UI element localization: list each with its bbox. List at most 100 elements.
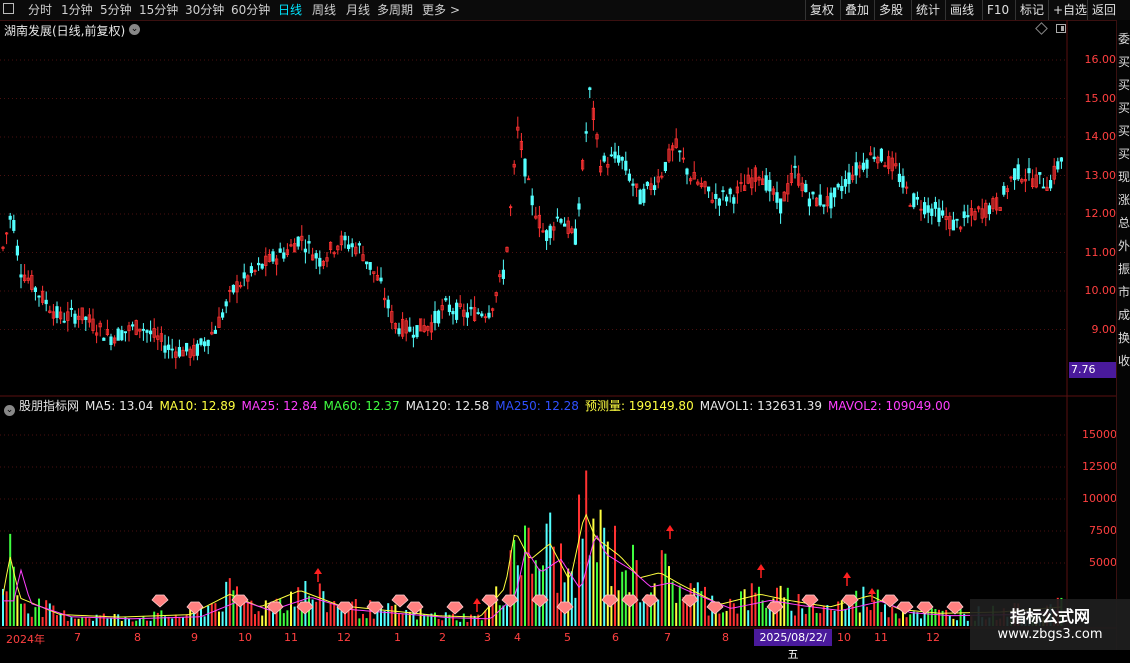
volume-bar — [603, 527, 606, 626]
candle-body — [116, 328, 120, 341]
indicator-value: MA5: 13.04 — [85, 399, 154, 413]
volume-bar — [513, 539, 516, 626]
signal-gem-marker — [296, 601, 314, 615]
right-strip-label: 振 — [1117, 262, 1130, 276]
candle-body — [19, 274, 23, 278]
volume-bar — [293, 606, 296, 626]
candle-body — [573, 228, 578, 245]
candle-body — [847, 172, 851, 185]
candle-body — [523, 158, 527, 177]
candle-body — [926, 205, 930, 213]
date-tick: 12 — [926, 631, 940, 644]
candle-body — [1041, 186, 1045, 189]
volume-bar — [617, 590, 620, 626]
candle-body — [480, 313, 484, 317]
candle-body — [897, 173, 902, 183]
volume-bar — [344, 613, 346, 626]
volume-bar — [844, 608, 847, 626]
volume-bar — [556, 592, 559, 626]
volume-bar — [671, 581, 674, 626]
volume-bar — [120, 620, 123, 626]
right-strip-label: 买 — [1117, 78, 1130, 92]
candle-body — [386, 299, 390, 309]
volume-bar — [632, 544, 634, 626]
volume-bar — [743, 589, 746, 626]
candle-body — [1002, 185, 1006, 195]
candle-body — [545, 230, 549, 241]
volume-bar — [498, 605, 501, 626]
candle-body — [415, 325, 419, 338]
current-price-box: 7.76 — [1069, 362, 1117, 378]
candle-body — [8, 215, 12, 220]
volume-bar — [912, 611, 915, 626]
volume-bar — [786, 587, 789, 626]
candle-body — [768, 179, 772, 192]
volume-bar — [5, 591, 8, 626]
volume-bar — [336, 607, 339, 626]
price-tick: 11.00 — [1084, 245, 1117, 259]
candle-body — [840, 185, 844, 192]
candle-body — [397, 328, 401, 335]
volume-bar — [880, 612, 883, 626]
candle-body — [231, 284, 235, 293]
candle-body — [941, 210, 945, 216]
candle-body — [548, 225, 552, 239]
volume-bar — [578, 494, 580, 626]
candle-body — [955, 218, 959, 221]
volume-bar — [639, 602, 642, 626]
volume-bar — [747, 610, 750, 626]
candle-body — [779, 198, 783, 214]
right-strip-label: 外 — [1117, 239, 1130, 253]
date-tick: 7 — [74, 631, 81, 644]
volume-bar — [815, 612, 818, 626]
candle-body — [793, 165, 797, 168]
candle-body — [775, 192, 779, 203]
candle-body — [465, 312, 470, 318]
volume-bar — [599, 509, 602, 626]
volume-bar — [20, 603, 22, 626]
volume-bar — [99, 615, 102, 626]
right-strip-label: 买 — [1117, 124, 1130, 138]
volume-bar — [225, 581, 228, 626]
price-tick: 13.00 — [1084, 168, 1117, 182]
volume-bar — [128, 618, 130, 626]
candle-body — [555, 216, 560, 219]
candle-body — [728, 188, 732, 195]
indicator-value: MAVOL2: 109049.00 — [828, 399, 951, 413]
volume-bar — [491, 604, 494, 626]
volume-bar — [383, 611, 386, 626]
price-tick: 10.00 — [1084, 284, 1117, 297]
candle-body — [199, 338, 203, 345]
kline-chart[interactable] — [0, 0, 1130, 650]
volume-bar — [794, 615, 796, 626]
volume-bar — [898, 618, 901, 626]
indicator-name[interactable]: 股朋指标网 — [19, 399, 79, 413]
volume-bar — [545, 523, 548, 626]
volume-bar — [326, 612, 328, 626]
volume-bar — [394, 604, 397, 626]
volume-bar — [956, 620, 958, 626]
volume-bar — [920, 618, 922, 626]
volume-bar — [455, 620, 458, 626]
right-strip-label: 委 — [1117, 32, 1130, 46]
volume-bar — [585, 470, 588, 626]
indicator-chevron-icon[interactable]: ⌄ — [4, 405, 15, 416]
volume-bar — [725, 610, 728, 626]
volume-bar — [534, 560, 537, 626]
candle-body — [357, 243, 362, 246]
volume-bar — [38, 598, 40, 626]
volume-bar — [153, 611, 156, 626]
candle-body — [271, 251, 275, 262]
right-strip-label: 买 — [1117, 101, 1130, 115]
price-tick: 9.00 — [1091, 322, 1117, 336]
candle-body — [807, 198, 812, 207]
volume-bar — [862, 586, 865, 626]
volume-bar — [588, 555, 591, 626]
candle-body — [653, 185, 657, 190]
candle-body — [833, 187, 837, 198]
volume-bar — [952, 618, 955, 626]
volume-bar — [729, 598, 732, 626]
volume-bar — [203, 616, 206, 626]
candle-body — [602, 155, 606, 162]
candle-body — [1059, 157, 1063, 162]
